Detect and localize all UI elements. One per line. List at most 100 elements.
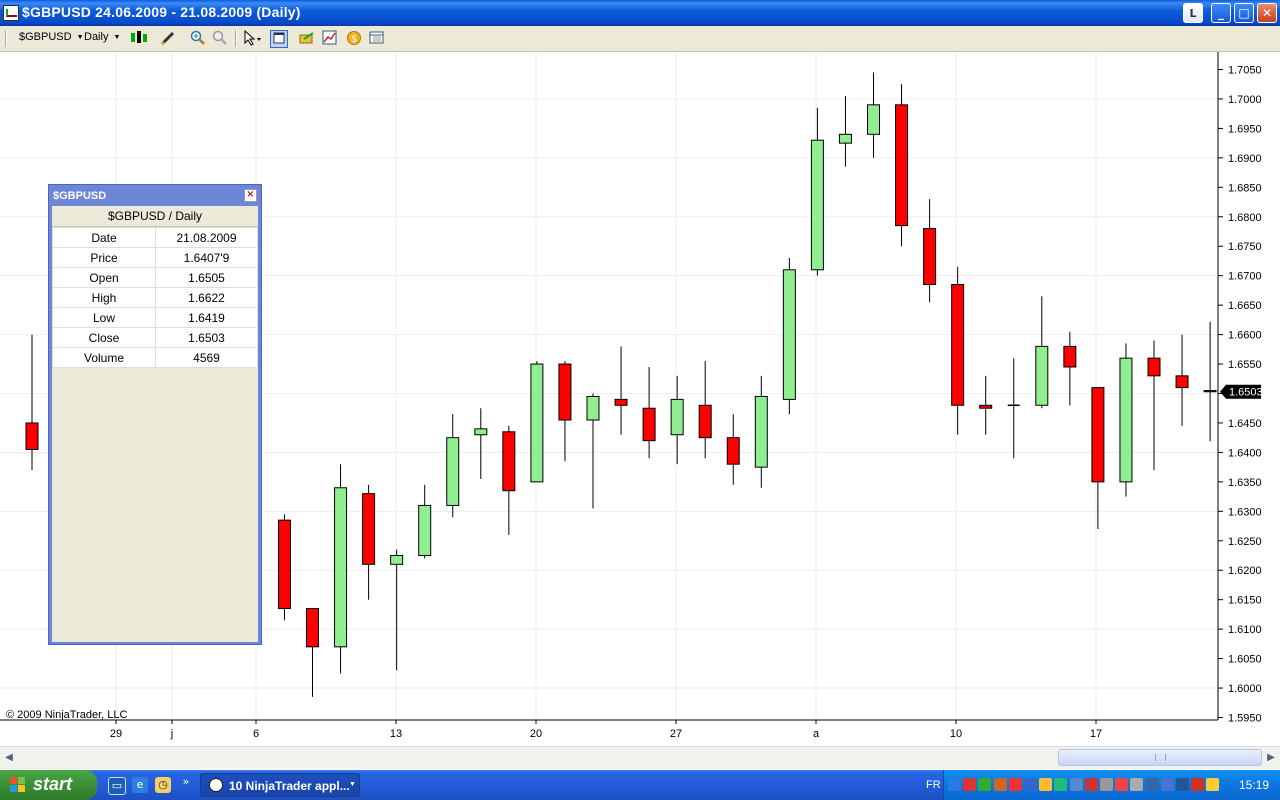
candle-body (867, 104, 880, 135)
chevron-down-icon: ▼ (113, 34, 121, 41)
candle-body (754, 395, 768, 468)
clock-app-icon[interactable]: ◷ (155, 777, 171, 793)
horizontal-scrollbar[interactable]: ◀ ▶ (0, 746, 1280, 769)
chart-toolbar: $GBPUSD ▼ Daily ▼ $ (0, 26, 1280, 52)
tool-icon[interactable] (1008, 778, 1022, 791)
candle-body (530, 363, 544, 483)
candle-body (586, 395, 600, 421)
volume-icon[interactable] (1191, 778, 1205, 791)
drawing-tools-icon[interactable] (160, 30, 176, 46)
printer-icon[interactable] (978, 778, 992, 791)
notes-icon[interactable] (1145, 778, 1159, 791)
strategies-icon[interactable]: $ (346, 30, 362, 46)
x-tick-label: 17 (1090, 728, 1102, 740)
data-box-table: Date 21.08.2009 Price 1.6407'9 Open 1.6505 Hig… (52, 227, 258, 368)
clock[interactable]: 15:19 (1239, 778, 1269, 792)
y-tick-label: 1.6400 (1228, 447, 1262, 459)
data-box-title[interactable]: $GBPUSD (52, 185, 258, 206)
show-desktop-icon[interactable]: ▭ (108, 777, 126, 795)
y-tick-label: 1.7000 (1228, 94, 1262, 106)
scroll-thumb[interactable] (1058, 749, 1262, 766)
y-tick-label: 1.6100 (1228, 624, 1262, 636)
y-tick-label: 1.7050 (1228, 65, 1262, 77)
weather-icon[interactable] (1069, 778, 1083, 791)
data-box-label: Date (52, 227, 156, 248)
y-tick-label: 1.6850 (1228, 182, 1262, 194)
pen-icon[interactable] (1100, 778, 1113, 791)
data-box-row: High 1.6622 (52, 287, 258, 308)
cursor-mode-icon[interactable] (242, 29, 261, 46)
display-icon[interactable] (1115, 778, 1129, 791)
y-tick-label: 1.6350 (1228, 477, 1262, 489)
folder-icon[interactable] (1024, 778, 1037, 791)
data-box-label: High (52, 287, 156, 308)
x-tick-label: 13 (390, 728, 402, 740)
candle-body (418, 504, 432, 557)
magnifier-minus-icon (212, 30, 227, 45)
link-button[interactable]: L (1183, 3, 1203, 23)
internet-explorer-icon[interactable]: e (132, 777, 148, 793)
window-title: $GBPUSD 24.06.2009 - 21.08.2009 (Daily) (22, 4, 301, 20)
shield-icon[interactable] (1084, 778, 1098, 791)
data-box-window[interactable]: $GBPUSD × $GBPUSD / Daily Date 21.08.2009… (48, 184, 262, 645)
bluetooth-icon[interactable] (1054, 778, 1068, 791)
data-box-label: Price (52, 247, 156, 268)
x-tick-label: 29 (110, 728, 122, 740)
zoom-out-icon[interactable] (212, 30, 228, 46)
antivirus-icon[interactable] (993, 778, 1007, 791)
instrument-selector[interactable]: $GBPUSD ▼ (19, 31, 84, 43)
data-box-value: 1.6503 (155, 327, 258, 348)
more-quicklaunch-icon[interactable]: » (178, 774, 194, 790)
close-icon[interactable]: × (244, 189, 257, 202)
instrument-list-icon[interactable] (299, 30, 315, 46)
data-box-value: 1.6622 (155, 287, 258, 308)
y-tick-label: 1.6450 (1228, 418, 1262, 430)
candle-body (1063, 345, 1077, 368)
minimize-button[interactable]: _ (1211, 3, 1231, 23)
x-tick-label: a (813, 728, 820, 740)
svg-text:$: $ (351, 34, 357, 45)
candle-body (951, 284, 965, 406)
taskbar-button-ninjatrader[interactable]: 10 NinjaTrader appl... ▼ (200, 773, 360, 797)
security-icon[interactable] (1039, 778, 1053, 791)
candlestick-icon (131, 31, 147, 43)
folder-icon (299, 32, 314, 44)
candle-body (390, 555, 404, 565)
data-box-row: Date 21.08.2009 (52, 227, 258, 248)
scroll-right-icon[interactable]: ▶ (1263, 749, 1279, 766)
x-tick-label: 10 (950, 728, 962, 740)
properties-icon[interactable] (369, 30, 385, 46)
y-tick-label: 1.6550 (1228, 359, 1262, 371)
indicators-icon[interactable] (322, 30, 338, 46)
y-tick-label: 1.6000 (1228, 683, 1262, 695)
scroll-left-icon[interactable]: ◀ (1, 749, 17, 766)
data-box-row: Price 1.6407'9 (52, 247, 258, 268)
network-icon[interactable] (963, 778, 977, 791)
x-tick-label: 6 (253, 728, 259, 740)
close-button[interactable]: ✕ (1257, 3, 1277, 23)
window-title-bar[interactable]: $GBPUSD 24.06.2009 - 21.08.2009 (Daily) … (0, 0, 1280, 26)
candle-body (782, 269, 796, 400)
window-icon[interactable] (1160, 778, 1174, 791)
shield-alert-icon[interactable] (1206, 778, 1220, 791)
candle-body (895, 104, 909, 227)
antenna-icon[interactable] (1176, 778, 1189, 791)
data-box-toggle-icon[interactable] (270, 30, 288, 48)
data-box-label: Low (52, 307, 156, 328)
candle-body (502, 431, 516, 492)
monitor-icon[interactable] (1130, 778, 1144, 791)
chart-line-icon (322, 30, 337, 45)
ninjatrader-icon (209, 778, 223, 792)
candle-body (810, 139, 824, 271)
zoom-in-icon[interactable] (190, 30, 206, 46)
maximize-button[interactable]: □ (1234, 3, 1254, 23)
start-label: start (33, 774, 73, 794)
language-indicator[interactable]: FR (926, 779, 941, 791)
interval-selector[interactable]: Daily ▼ (84, 31, 120, 43)
back-arrow-icon[interactable] (948, 778, 961, 791)
y-tick-label: 1.6300 (1228, 506, 1262, 518)
chart-style-icon[interactable] (130, 30, 147, 46)
start-button[interactable]: start (0, 770, 97, 800)
candle-body (25, 422, 39, 450)
y-tick-label: 1.5950 (1228, 713, 1262, 725)
